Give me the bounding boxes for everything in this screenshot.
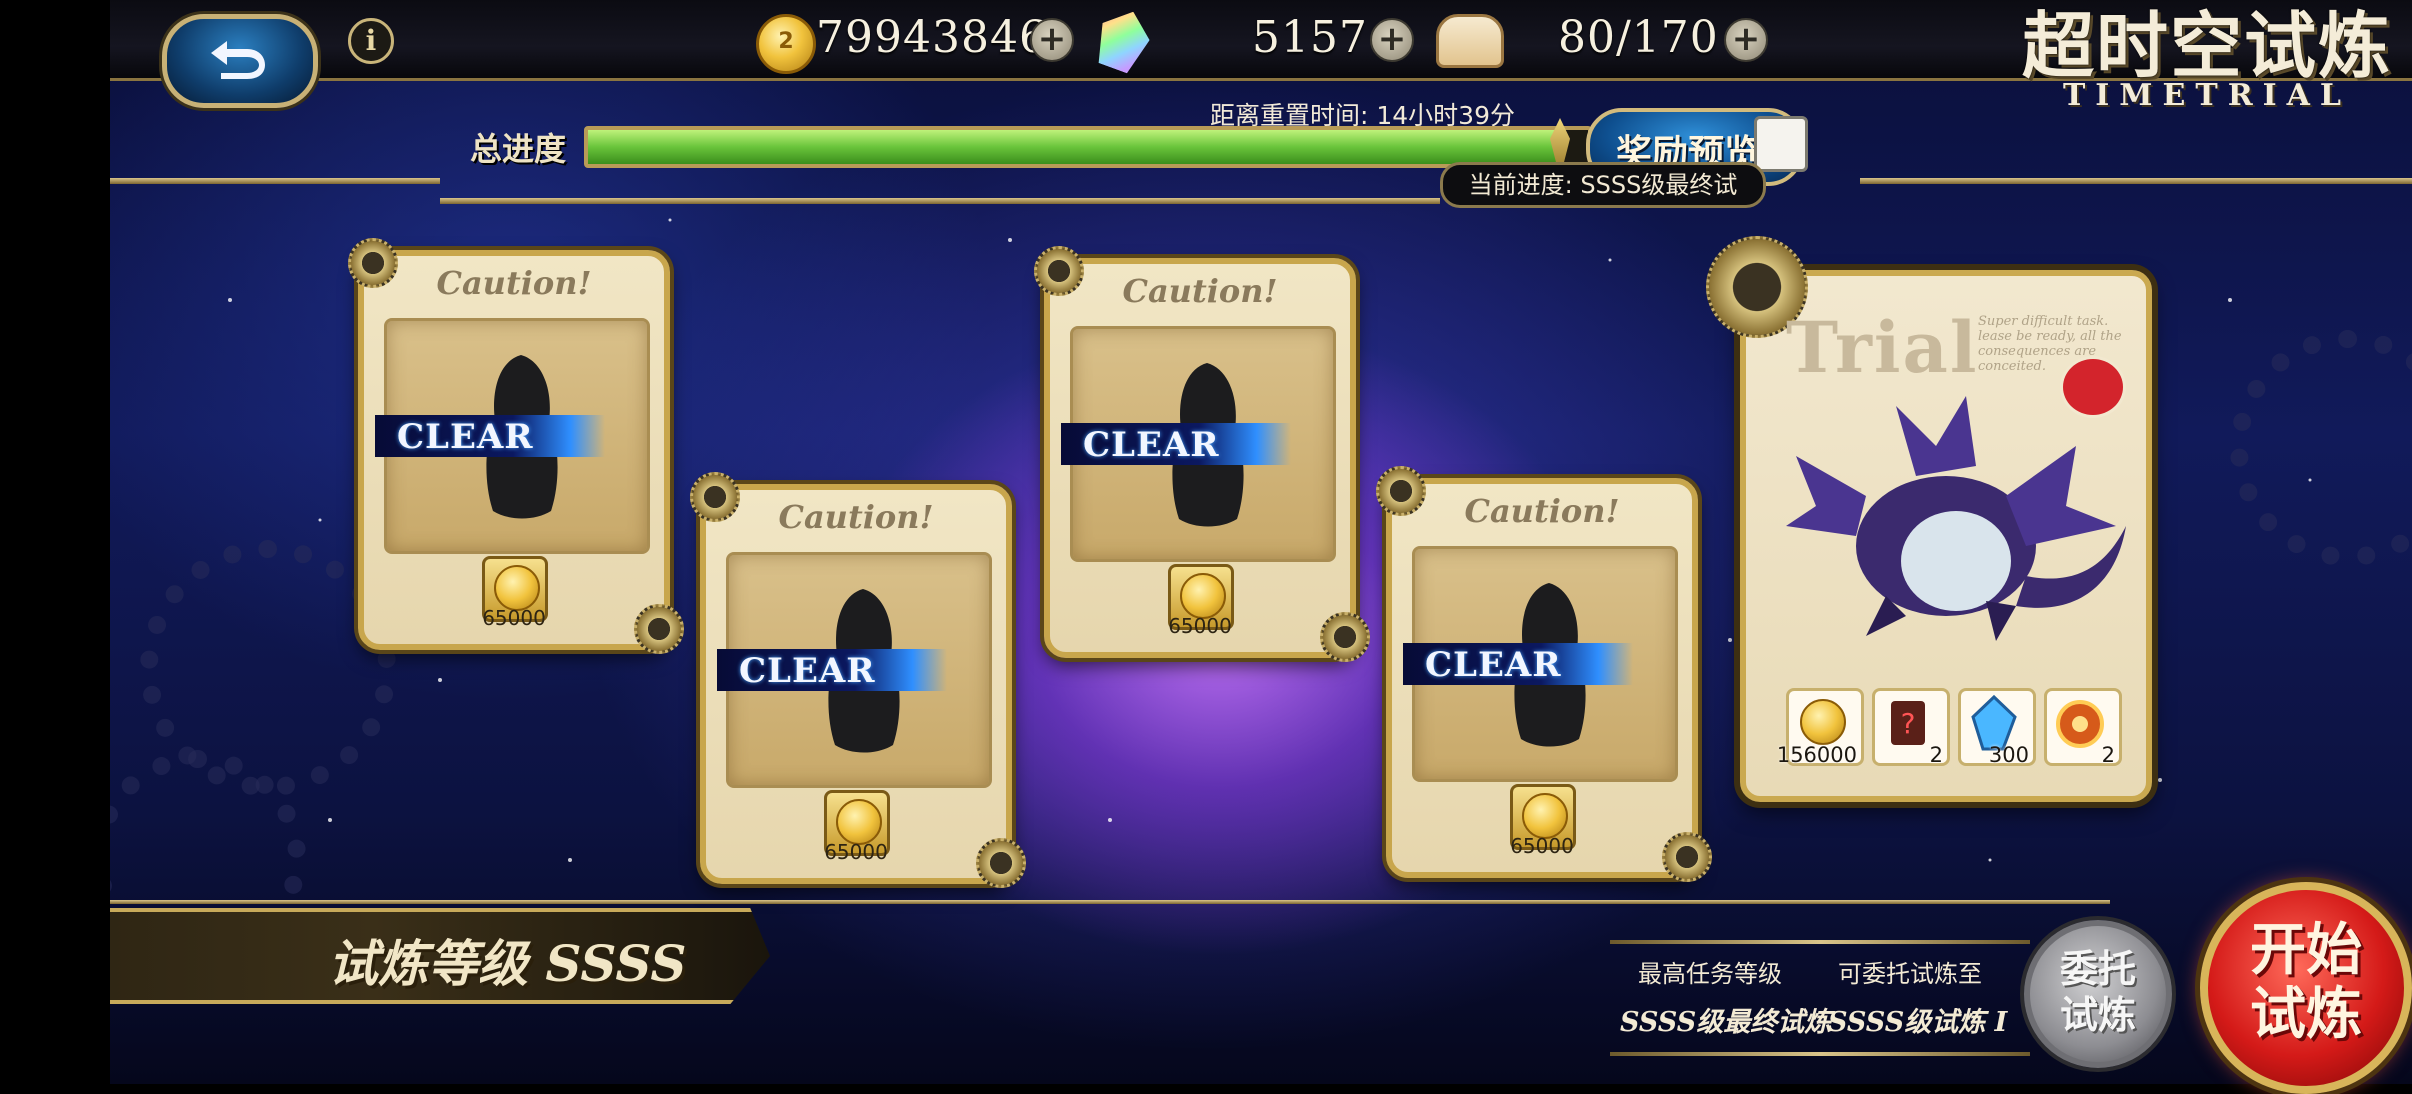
gear-icon [976,838,1026,888]
clear-banner: CLEAR [1061,423,1291,465]
start-trial-label: 开始 试炼 [2250,917,2362,1047]
delegate-trial-label: 委托 试炼 [2059,946,2136,1037]
delegate-limit-value: SSSS级试炼 I [1828,1007,2008,1038]
stamina-bread-icon [1436,14,1504,68]
stamina-count: 80/170 [1558,12,1719,63]
gear-icon [1662,832,1712,882]
coin-count: 79943846 [816,12,1048,63]
stage-card[interactable]: Caution! CLEAR 65000 [1034,246,1370,662]
background-gear [2230,330,2412,566]
scroll-icon: ? 2 [1872,688,1950,767]
card-portrait: CLEAR [1061,326,1336,562]
bottom-frame-line [110,900,2110,904]
card-reward-value: 65000 [482,606,546,630]
back-button[interactable] [162,14,318,108]
svg-text:?: ? [1901,707,1916,740]
gear-icon [634,604,684,654]
highest-task-label: 最高任务等级 [1638,960,1782,988]
add-stamina-button[interactable]: + [1724,18,1768,62]
gear-icon [1320,612,1370,662]
gift-box-icon [1754,116,1808,172]
card-title: Caution! [1122,272,1278,310]
start-trial-button[interactable]: 开始 试炼 [2200,882,2412,1094]
header-frame-line [1860,178,2412,184]
delegate-limit-label: 可委托试炼至 [1838,960,1982,988]
card-reward-value: 65000 [1510,834,1574,858]
card-portrait: CLEAR [717,552,992,788]
highest-task-value: SSSS级最终试炼 [1620,1007,1832,1038]
clear-banner: CLEAR [1403,643,1633,685]
logo-title-en: TIMETRIAL [2062,78,2352,113]
dragon-boss-icon [1786,396,2126,641]
delegate-trial-button[interactable]: 委托 试炼 [2024,920,2172,1068]
info-icon[interactable]: i [348,18,394,64]
card-title: Caution! [778,498,934,536]
header-frame-line [440,198,1440,204]
emblem-icon: 2 [2044,688,2122,767]
gold-coin-icon: 156000 [1777,688,1864,767]
stage-card[interactable]: Caution! CLEAR 65000 [1376,466,1712,882]
header-frame-line [110,178,440,184]
add-coins-button[interactable]: + [1030,18,1074,62]
stage-card[interactable]: Caution! CLEAR 65000 [690,472,1026,888]
trial-grade: 试炼等级 SSSS [328,934,687,993]
card-title: Caution! [436,264,592,302]
game-logo: 超时空试炼 TIMETRIAL [2021,3,2392,114]
card-portrait: CLEAR [375,318,650,554]
crystal-shard-icon: 300 [1958,688,2036,767]
crystal-count: 5157 [1252,12,1368,63]
info-divider [1610,1052,2030,1056]
add-crystals-button[interactable]: + [1370,18,1414,62]
clear-banner: CLEAR [717,649,947,691]
card-portrait: CLEAR [1403,546,1678,782]
return-arrow-icon [211,41,265,79]
card-reward-value: 65000 [824,840,888,864]
clear-banner: CLEAR [375,415,605,457]
total-progress-bar [584,126,1592,168]
stage-card[interactable]: Caution! CLEAR 65000 [348,238,684,654]
card-title: Caution! [1464,492,1620,530]
gold-coin-icon: 2 [756,14,816,74]
card-reward-value: 65000 [1168,614,1232,638]
current-progress-badge: 当前进度: SSSS级最终试 [1440,162,1766,208]
progress-fill [588,130,1558,164]
logo-title-cn: 超时空试炼 [2021,3,2392,88]
total-progress-label: 总进度 [470,130,567,168]
boss-trial-card[interactable]: Trial Super difficult task. lease be rea… [1706,236,2152,802]
info-divider [1610,940,2030,944]
trial-title: Trial [1786,306,1979,389]
